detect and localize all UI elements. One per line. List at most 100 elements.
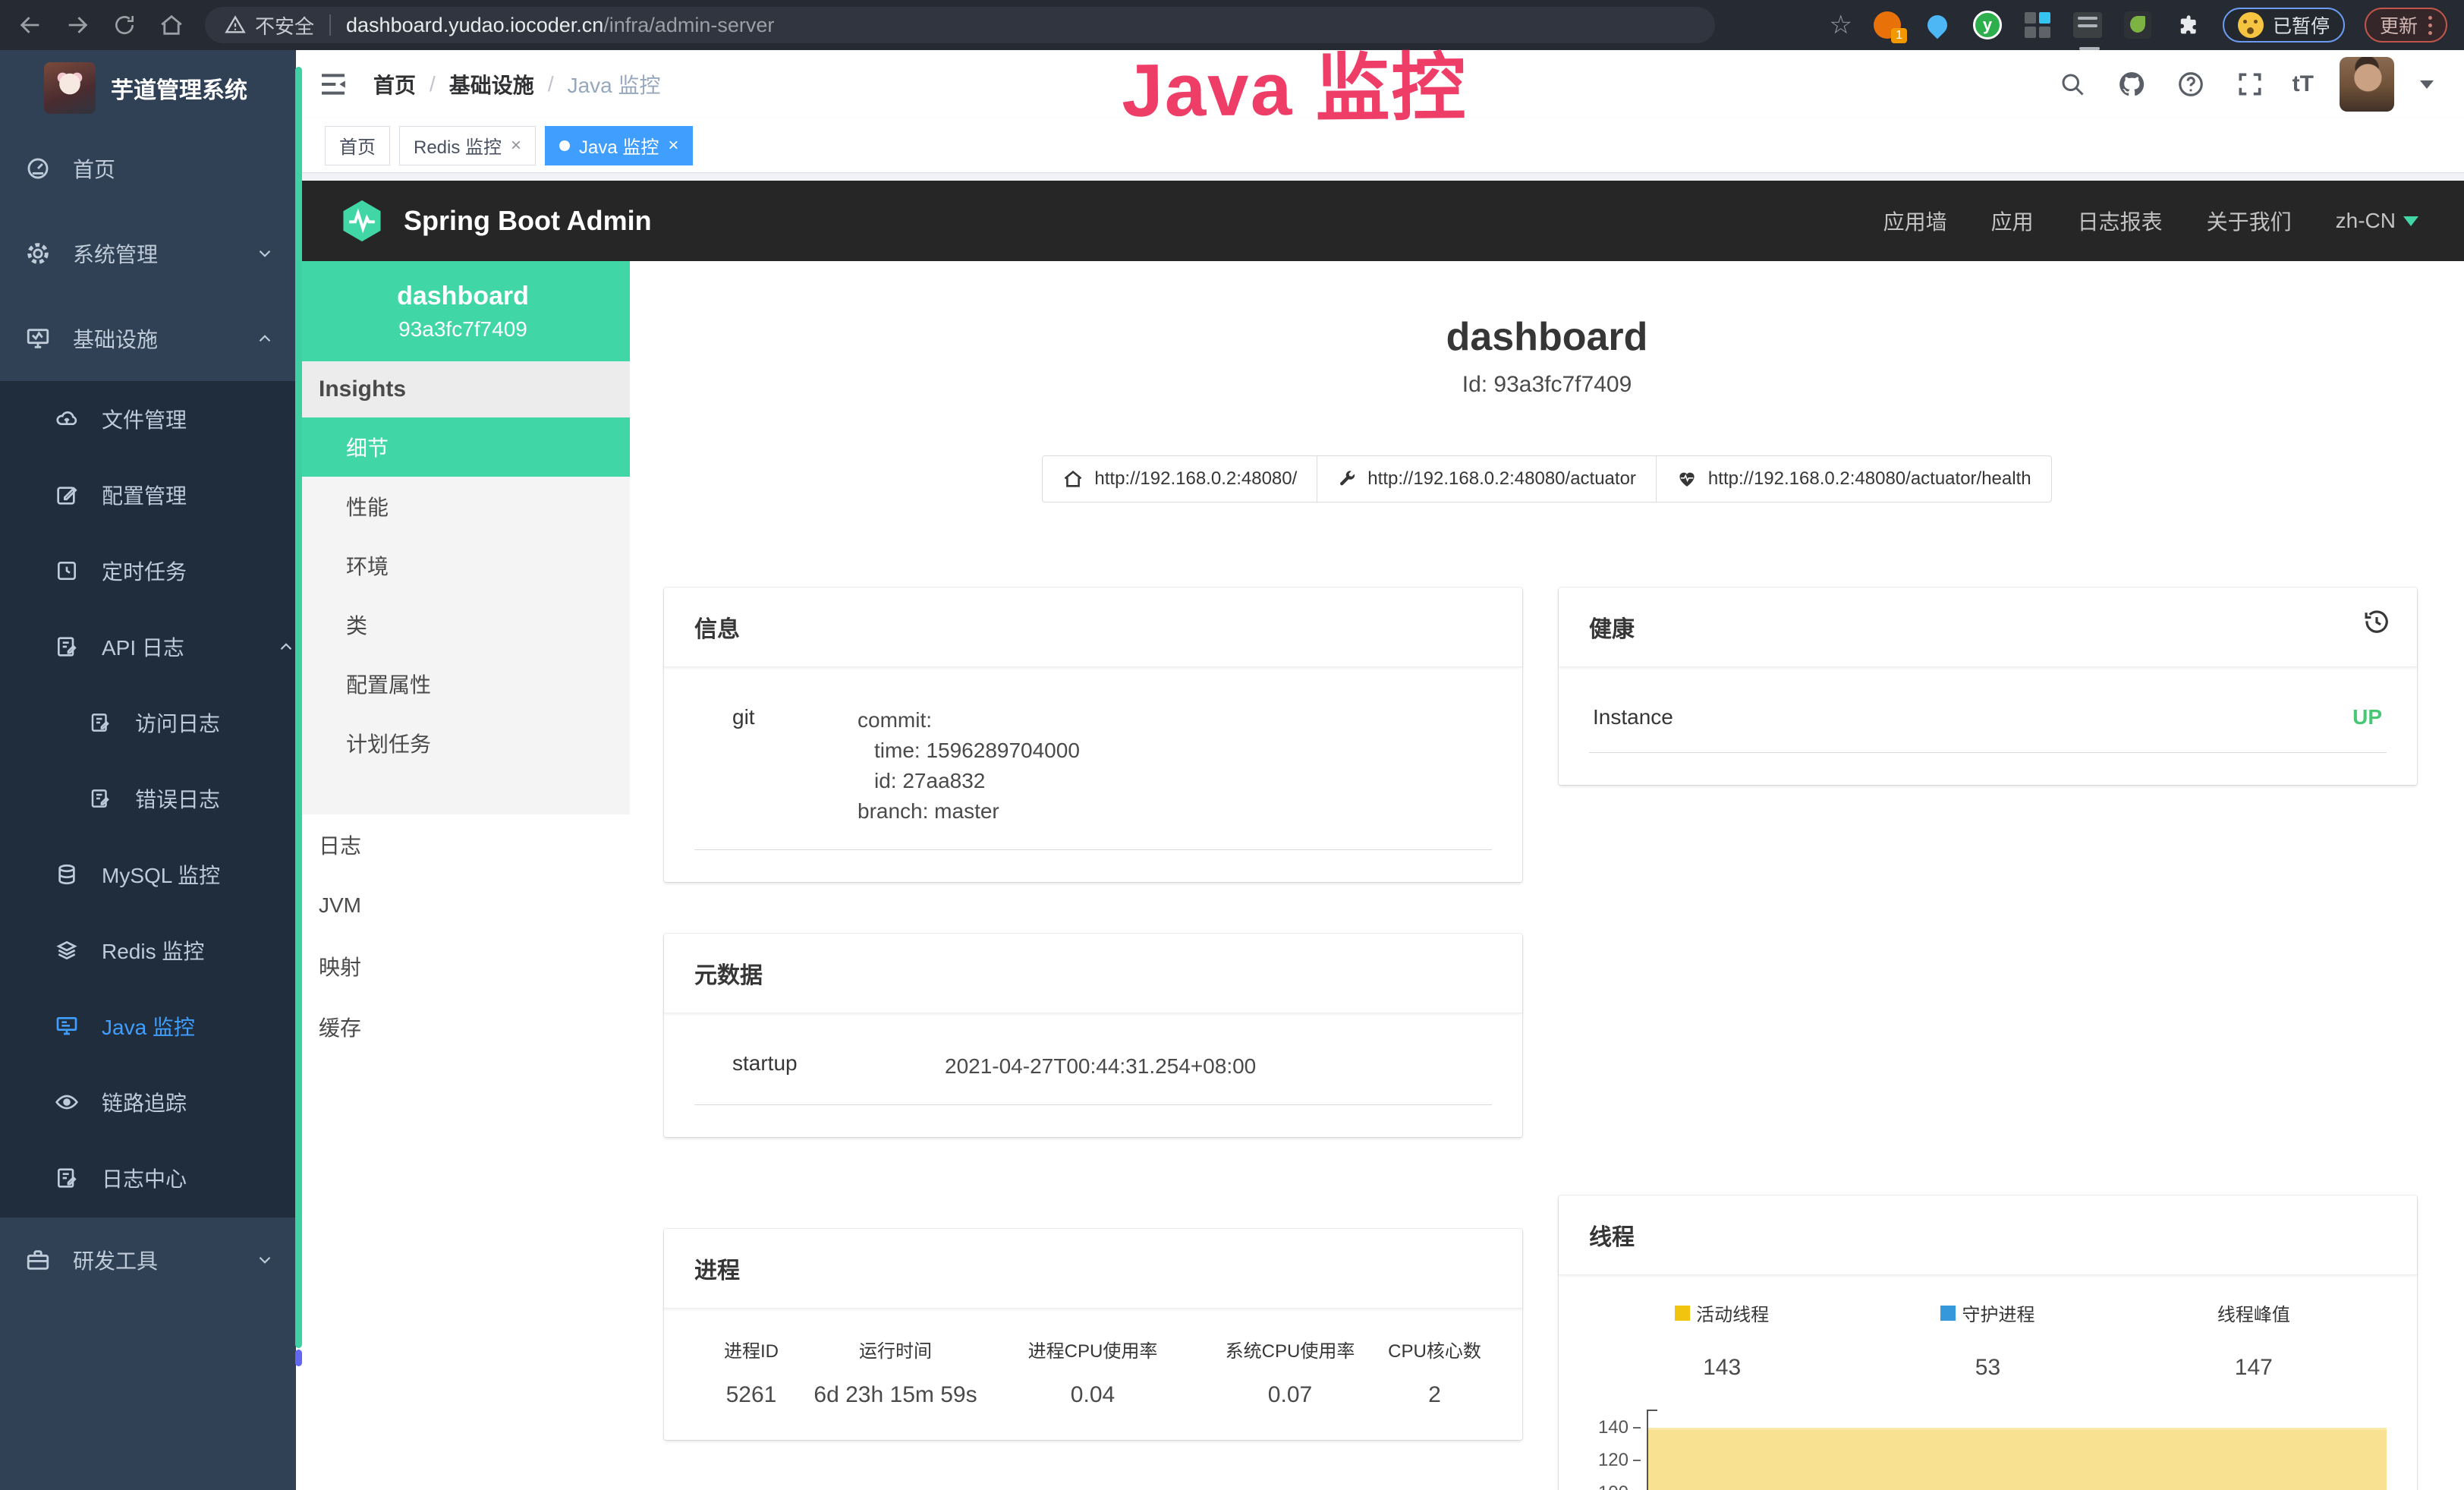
sidebar-item-system[interactable]: 系统管理 [0, 211, 296, 296]
browser-forward-icon[interactable] [61, 8, 94, 42]
sidebar-item-dev-tools[interactable]: 研发工具 [0, 1218, 296, 1303]
extension-leaf-icon[interactable] [2123, 10, 2153, 40]
extension-y-icon[interactable]: y [1972, 10, 2003, 40]
tab-home[interactable]: 首页 [325, 126, 390, 165]
extension-pin-icon[interactable] [1922, 10, 1953, 40]
sidebar-item-access-log[interactable]: 访问日志 [0, 685, 296, 761]
close-icon[interactable]: × [668, 135, 678, 156]
sidebar-item-label: 访问日志 [135, 707, 220, 738]
sidebar-scrollbar-thumb[interactable] [295, 67, 302, 1348]
log-icon [52, 1166, 82, 1190]
browser-back-icon[interactable] [14, 8, 47, 42]
extension-shield-icon[interactable]: 1 [1872, 10, 1902, 40]
browser-home-icon[interactable] [155, 8, 188, 42]
sba-sidebar-section-insights: Insights [296, 361, 630, 417]
threads-card-title: 线程 [1559, 1195, 2417, 1275]
layers-icon [52, 938, 82, 962]
dashboard-icon [23, 156, 53, 181]
sba-item-logs[interactable]: 日志 [296, 814, 630, 875]
sidebar-item-scheduled-jobs[interactable]: 定时任务 [0, 533, 296, 609]
legend-swatch-yellow [1675, 1306, 1690, 1321]
instance-id-line: Id: 93a3fc7f7409 [630, 372, 2464, 398]
git-time-line: time: 1596289704000 [858, 736, 1080, 766]
fullscreen-icon[interactable] [2233, 68, 2267, 101]
health-url: http://192.168.0.2:48080/actuator/health [1708, 468, 2031, 490]
sba-item-mappings[interactable]: 映射 [296, 936, 630, 997]
user-avatar[interactable] [2340, 57, 2394, 112]
health-card-header: 健康 [1559, 587, 2417, 667]
annotation-text: Java 监控 [1121, 27, 1467, 138]
sba-nav-journal[interactable]: 日志报表 [2078, 206, 2163, 236]
sidebar-item-file-management[interactable]: 文件管理 [0, 381, 296, 457]
sba-item-jvm[interactable]: JVM [296, 875, 630, 936]
browser-menu-icon[interactable] [2428, 16, 2432, 35]
hamburger-icon[interactable] [316, 67, 351, 102]
github-icon[interactable] [2115, 68, 2148, 101]
sidebar-item-redis-monitor[interactable]: Redis 监控 [0, 912, 296, 988]
tab-java-monitor[interactable]: Java 监控 × [545, 126, 693, 165]
sba-nav-wallboard[interactable]: 应用墙 [1883, 206, 1947, 236]
search-icon[interactable] [2056, 68, 2089, 101]
update-button[interactable]: 更新 [2365, 8, 2447, 43]
process-table-header: 进程ID 运行时间 进程CPU使用率 系统CPU使用率 CPU核心数 [694, 1336, 1492, 1362]
browser-actions: ☆ 1 y on 已暂停 更新 [1829, 8, 2447, 43]
metadata-value: 2021-04-27T00:44:31.254+08:00 [945, 1051, 1256, 1082]
cards-grid: 信息 git commit: time: 1596289704000 id: 2… [630, 587, 2464, 1490]
bookmark-star-icon[interactable]: ☆ [1829, 10, 1852, 40]
sidebar-item-log-center[interactable]: 日志中心 [0, 1140, 296, 1216]
address-bar[interactable]: 不安全 dashboard.yudao.iocoder.cn/infra/adm… [205, 7, 1715, 43]
health-card: 健康 Instance UP [1559, 587, 2417, 785]
sidebar-item-config-management[interactable]: 配置管理 [0, 457, 296, 533]
sba-item-metrics[interactable]: 性能 [296, 477, 630, 536]
sba-instance-header[interactable]: dashboard 93a3fc7f7409 [296, 261, 630, 361]
app-title: 芋道管理系统 [111, 71, 247, 105]
health-url-button[interactable]: http://192.168.0.2:48080/actuator/health [1656, 455, 2052, 502]
close-icon[interactable]: × [511, 135, 521, 156]
tab-redis-monitor[interactable]: Redis 监控 × [399, 126, 536, 165]
sba-item-details[interactable]: 细节 [296, 417, 630, 477]
ytick: 140 [1589, 1411, 1641, 1444]
sba-nav: 应用墙 应用 日志报表 关于我们 zh-CN [1883, 206, 2418, 236]
text-size-icon[interactable]: tT [2292, 71, 2314, 97]
threads-chart: 140 120 100 [1589, 1405, 2387, 1490]
history-icon[interactable] [2362, 607, 2391, 636]
security-chip[interactable]: 不安全 [225, 11, 314, 39]
breadcrumb-home[interactable]: 首页 [373, 69, 416, 99]
sba-logo-icon [338, 197, 385, 244]
service-url-button[interactable]: http://192.168.0.2:48080/ [1042, 455, 1317, 502]
chevron-up-icon [255, 329, 275, 348]
sba-item-caches[interactable]: 缓存 [296, 997, 630, 1057]
sba-locale-label: zh-CN [2336, 209, 2396, 233]
browser-reload-icon[interactable] [108, 8, 141, 42]
sba-nav-applications[interactable]: 应用 [1991, 206, 2034, 236]
extension-switch-icon[interactable]: on [2072, 10, 2103, 40]
profile-paused-chip[interactable]: 已暂停 [2223, 8, 2345, 43]
user-menu-caret-icon[interactable] [2420, 80, 2434, 89]
extension-puzzle-icon[interactable] [2173, 10, 2203, 40]
health-instance-row[interactable]: Instance UP [1589, 667, 2387, 753]
sidebar-item-mysql-monitor[interactable]: MySQL 监控 [0, 836, 296, 912]
sidebar-item-java-monitor[interactable]: Java 监控 [0, 988, 296, 1064]
sba-item-scheduled-tasks[interactable]: 计划任务 [296, 713, 630, 773]
sidebar-item-infrastructure[interactable]: 基础设施 [0, 296, 296, 381]
sidebar-item-error-log[interactable]: 错误日志 [0, 761, 296, 836]
sba-item-classes[interactable]: 类 [296, 595, 630, 654]
help-icon[interactable] [2174, 68, 2208, 101]
sba-item-config-props[interactable]: 配置属性 [296, 654, 630, 713]
sba-nav-about[interactable]: 关于我们 [2207, 206, 2292, 236]
breadcrumb-infrastructure[interactable]: 基础设施 [449, 69, 534, 99]
sidebar-item-label: 日志中心 [102, 1163, 187, 1193]
sidebar-item-api-log[interactable]: API 日志 [0, 609, 296, 685]
sidebar-item-home[interactable]: 首页 [0, 126, 296, 211]
extension-grid-icon[interactable] [2022, 10, 2053, 40]
sba-brand[interactable]: Spring Boot Admin [338, 197, 652, 244]
sba-locale-select[interactable]: zh-CN [2336, 209, 2418, 233]
actuator-url-button[interactable]: http://192.168.0.2:48080/actuator [1317, 455, 1657, 502]
sba-brand-label: Spring Boot Admin [404, 205, 652, 237]
sidebar-item-tracing[interactable]: 链路追踪 [0, 1064, 296, 1140]
url-text[interactable]: dashboard.yudao.iocoder.cn/infra/admin-s… [346, 14, 774, 37]
sba-item-environment[interactable]: 环境 [296, 536, 630, 595]
cloud-upload-icon [52, 407, 82, 431]
app-logo-row[interactable]: 芋道管理系统 [0, 50, 296, 126]
paused-label: 已暂停 [2273, 11, 2330, 39]
